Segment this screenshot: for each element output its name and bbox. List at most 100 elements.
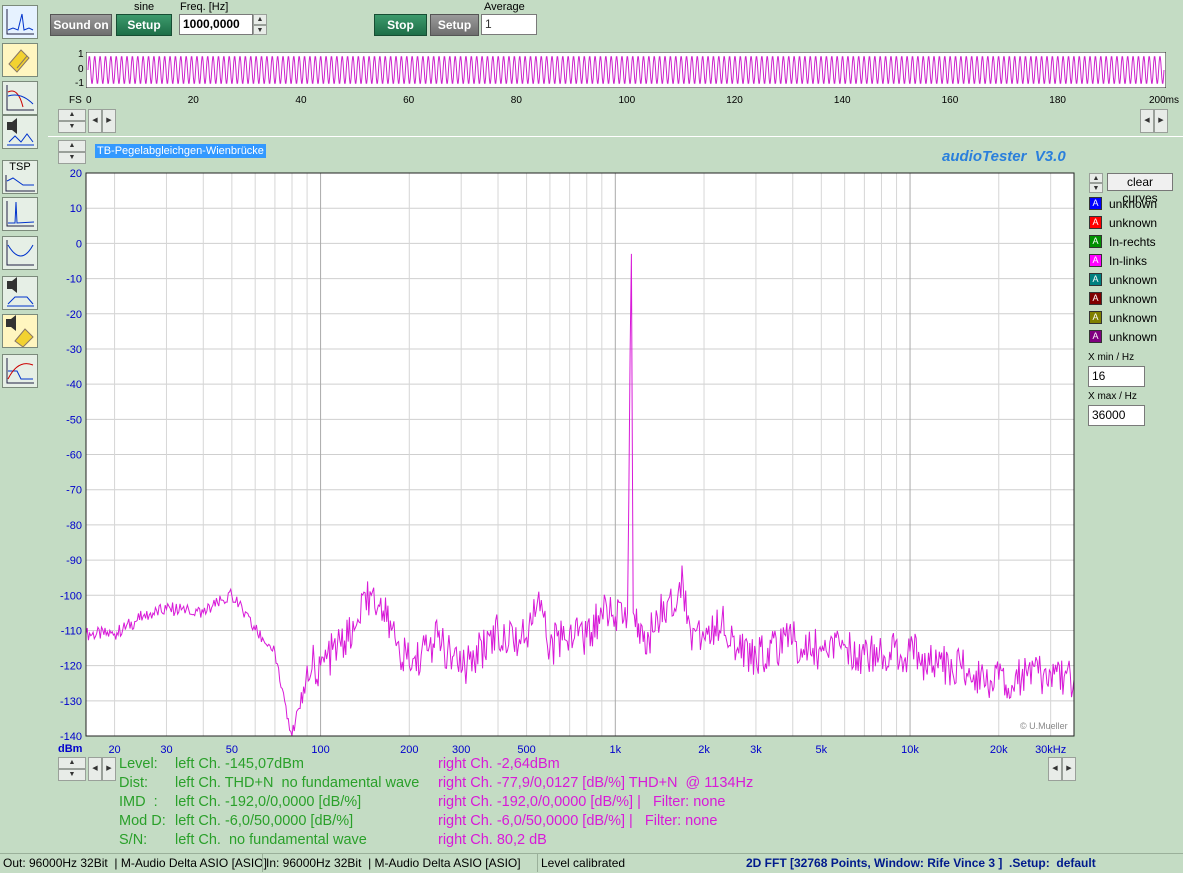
curve-color-swatch[interactable]: A (1089, 197, 1102, 210)
stop-button[interactable]: Stop (374, 14, 427, 36)
legend-label: unknown (1109, 291, 1158, 306)
legend-label: unknown (1109, 196, 1158, 211)
fft-scale-down-button[interactable]: ▼ (58, 769, 86, 781)
scope-up-button[interactable]: ▲ (58, 109, 86, 121)
legend-item[interactable]: Aunknown (1089, 194, 1157, 213)
legend-down-button[interactable]: ▼ (1089, 183, 1103, 193)
fft-y-tick: 20 (70, 168, 82, 180)
scope-y-tick: 1 (78, 49, 84, 60)
measure-right: right Ch. -192,0/0,0000 [dB/%] | Filter:… (438, 794, 726, 810)
freq-spin-up[interactable]: ▲ (253, 14, 267, 25)
fft-x-tick: 30kHz (1035, 744, 1066, 756)
scope-zoom-in-button[interactable]: ▶ (1154, 109, 1168, 133)
measure-left: left Ch. -192,0/0,0000 [dB/%] (175, 794, 362, 810)
legend-item[interactable]: A In-links (1089, 251, 1157, 270)
scope-view-icon[interactable] (2, 5, 38, 39)
wizard-icon[interactable] (2, 43, 38, 77)
average-label: Average (484, 1, 525, 13)
legend-item[interactable]: Aunknown (1089, 308, 1157, 327)
fft-y-tick: -90 (66, 555, 82, 567)
curve-color-swatch[interactable]: A (1089, 311, 1102, 324)
fft-up-button[interactable]: ▲ (58, 140, 86, 152)
curve-color-swatch[interactable]: A (1089, 273, 1102, 286)
status-in: In: 96000Hz 32Bit | M-Audio Delta ASIO [… (262, 854, 521, 872)
sound-on-button[interactable]: Sound on (50, 14, 112, 36)
legend-label: unknown (1109, 215, 1158, 230)
legend-label: In-rechts (1109, 234, 1156, 249)
measure-left: left Ch. -145,07dBm (175, 756, 304, 772)
legend-item[interactable]: Aunknown (1089, 327, 1157, 346)
fft-y-tick: -80 (66, 520, 82, 532)
curve-legend: Aunknown Aunknown A In-rechts A In-links Aunkn… (1089, 194, 1157, 346)
status-calibration: Level calibrated (537, 854, 625, 872)
fft-x-tick: 20k (990, 744, 1008, 756)
measure-name: Dist: (119, 775, 148, 791)
measure-name: IMD : (119, 794, 158, 810)
measure-left: left Ch. no fundamental wave (175, 832, 367, 848)
freq-label: Freq. [Hz] (180, 1, 229, 13)
curve-color-swatch[interactable]: A (1089, 330, 1102, 343)
fft-y-tick: -60 (66, 450, 82, 462)
curve-color-swatch[interactable]: A (1089, 216, 1102, 229)
legend-item[interactable]: Aunknown (1089, 213, 1157, 232)
freq-spin-down[interactable]: ▼ (253, 25, 267, 35)
measure-right: right Ch. -2,64dBm (438, 756, 560, 772)
legend-up-button[interactable]: ▲ (1089, 173, 1103, 183)
speaker-measure-icon[interactable] (2, 115, 38, 149)
legend-label: unknown (1109, 272, 1158, 287)
scope-x-tick: 200ms (1149, 95, 1180, 106)
curve-color-swatch[interactable]: A (1089, 235, 1102, 248)
average-input[interactable]: 1 (481, 14, 537, 35)
fft-chart: 20 10 0 -10 -20 -30 -40 -50 -60 -70 -80 -90 -100 -110… (60, 168, 1075, 756)
legend-item[interactable]: Aunknown (1089, 270, 1157, 289)
fft-scale-up-button[interactable]: ▲ (58, 757, 86, 769)
fft-y-tick: 10 (70, 203, 82, 215)
clear-curves-button[interactable]: clear curves (1107, 173, 1173, 205)
xmin-label: X min / Hz (1088, 352, 1135, 363)
scope-left-button[interactable]: ◀ (88, 109, 102, 133)
separator (48, 136, 1183, 137)
fft-y-tick: -100 (60, 590, 82, 602)
y-unit-label: dBm (58, 743, 83, 755)
measure-name: S/N: (119, 832, 148, 848)
fft-grid (86, 172, 1074, 737)
generator-setup-button[interactable]: Setup (116, 14, 172, 36)
analyzer-setup-button[interactable]: Setup (430, 14, 479, 36)
scope-down-button[interactable]: ▼ (58, 121, 86, 133)
fft-scroll-left-button[interactable]: ◀ (88, 757, 102, 781)
xmin-input[interactable]: 16 (1088, 366, 1145, 387)
fft-y-tick: -10 (66, 274, 82, 286)
fft-y-tick: -50 (66, 414, 82, 426)
scope-x-tick: 40 (295, 95, 307, 106)
scope-x-tick: 180 (1049, 95, 1066, 106)
curve-color-swatch[interactable]: A (1089, 292, 1102, 305)
fft-y-tick: 0 (76, 238, 82, 250)
legend-item[interactable]: A In-rechts (1089, 232, 1157, 251)
xmax-label: X max / Hz (1088, 391, 1137, 402)
scope-y-tick: 0 (78, 64, 84, 75)
fft-x-tick: 10k (901, 744, 919, 756)
scope-x-tick: 160 (941, 95, 959, 106)
measure-left: left Ch. -6,0/50,0000 [dB/%] (175, 813, 354, 829)
fft-y-tick: -30 (66, 344, 82, 356)
scope-y-tick: -1 (75, 78, 84, 89)
measure-name: Level: (119, 756, 158, 772)
fft-scroll-right-button[interactable]: ▶ (102, 757, 116, 781)
curve-color-swatch[interactable]: A (1089, 254, 1102, 267)
fft-y-axis: 20 10 0 -10 -20 -30 -40 -50 -60 -70 -80 -90 -100 -110… (60, 168, 82, 743)
scope-x-tick: 140 (833, 95, 851, 106)
frequency-response-icon[interactable] (2, 81, 38, 115)
legend-item[interactable]: Aunknown (1089, 289, 1157, 308)
scope-plot (86, 52, 1166, 88)
status-out: Out: 96000Hz 32Bit | M-Audio Delta ASIO … (3, 856, 267, 870)
scope-x-tick: 100 (618, 95, 636, 106)
fft-y-tick: -40 (66, 379, 82, 391)
fft-zoom-in-button[interactable]: ▶ (1062, 757, 1076, 781)
scope-right-button[interactable]: ▶ (102, 109, 116, 133)
scope-zoom-out-button[interactable]: ◀ (1140, 109, 1154, 133)
freq-input[interactable]: 1000,0000 (179, 14, 253, 35)
curve-title[interactable]: TB-Pegelabgleichgen-Wienbrücke (95, 144, 266, 158)
status-fft-info: 2D FFT [32768 Points, Window: Rife Vince… (746, 856, 1096, 870)
xmax-input[interactable]: 36000 (1088, 405, 1145, 426)
fft-zoom-out-button[interactable]: ◀ (1048, 757, 1062, 781)
